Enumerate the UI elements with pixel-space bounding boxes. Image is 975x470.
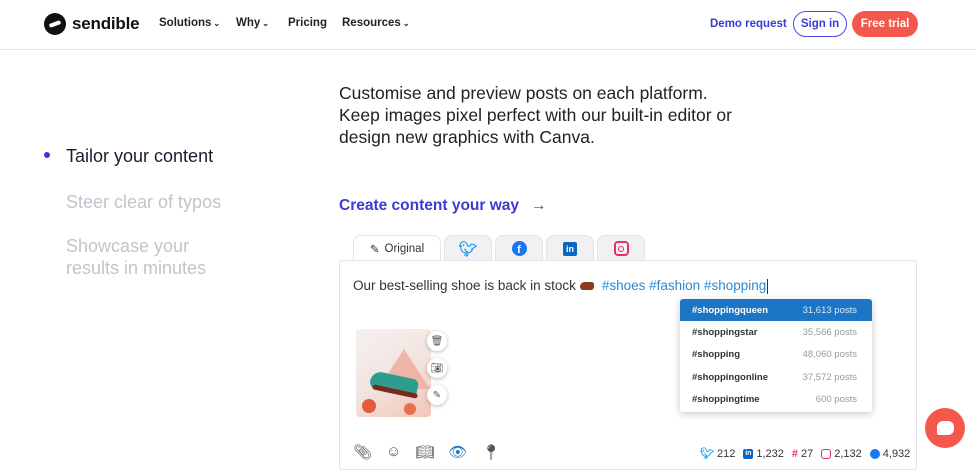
network-tabs: ✎ Original 🐦︎ f in [353,235,648,261]
active-bullet [44,152,50,158]
hashtag-suggestion-item[interactable]: #shoppingstar 35,566 posts [680,321,872,343]
tab-instagram[interactable] [597,235,645,261]
post-body-text: Our best-selling shoe is back in stock [353,278,576,293]
suggestion-count: 37,572 posts [802,371,857,383]
free-trial-button[interactable]: Free trial [852,11,918,37]
facebook-icon: f [511,241,527,256]
nav-resources[interactable]: Resources ⌄ [342,17,410,29]
chevron-down-icon: ⌄ [262,19,269,28]
replace-image-button[interactable]: 📷︎ [427,358,447,378]
shoe-emoji-icon [579,282,594,291]
tab-linkedin[interactable]: in [546,235,594,261]
hashtag-suggestion-item[interactable]: #shoppingtime 600 posts [680,389,872,411]
suggestion-count: 600 posts [815,394,857,406]
suggestion-count: 35,566 posts [802,327,857,339]
chevron-down-icon: ⌄ [402,19,410,28]
location-pin-icon[interactable]: 📍︎ [481,443,500,461]
nav-pricing[interactable]: Pricing [288,17,327,29]
suggestion-count: 31,613 posts [802,304,857,316]
arrow-right-icon: → [531,197,547,214]
facebook-icon [869,448,880,459]
camera-icon: 📷︎ [430,362,444,374]
decor-ball [404,403,416,415]
twitter-count: 🐦︎ 212 [700,447,735,461]
nav-why[interactable]: Why ⌄ [236,17,269,29]
nav-pricing-label: Pricing [288,17,327,29]
top-navbar: sendible Solutions ⌄ Why ⌄ Pricing Resourc… [0,0,975,50]
text-caret [767,278,769,294]
nav-resources-label: Resources [342,17,401,29]
trash-icon: 🗑︎ [430,335,444,347]
tab-original[interactable]: ✎ Original [353,235,441,261]
edit-image-button[interactable]: ✎ [427,385,447,405]
chevron-down-icon: ⌄ [213,19,221,28]
sendible-logo-icon [44,13,66,35]
sendible-logo[interactable]: sendible [44,13,140,35]
twitter-icon: 🐦︎ [458,240,478,258]
hashtag-suggestions: #shoppingqueen 31,613 posts #shoppingsta… [680,299,872,412]
demo-request-link[interactable]: Demo request [710,18,787,30]
create-content-label: Create content your way [339,197,520,214]
delete-image-button[interactable]: 🗑︎ [427,331,447,351]
chat-widget-button[interactable] [925,408,965,448]
attached-image[interactable] [356,329,431,417]
post-text-input[interactable]: Our best-selling shoe is back in stock #s… [353,278,769,294]
tab-facebook[interactable]: f [495,235,543,261]
suggestion-tag: #shoppingqueen [692,304,768,316]
feature-tailor-content[interactable]: Tailor your content [66,145,286,167]
post-hashtags: #shoes #fashion #shopping [601,278,767,293]
suggestion-tag: #shopping [692,349,741,361]
pencil-icon: ✎ [369,243,380,256]
nav-why-label: Why [236,17,261,29]
linkedin-icon: in [563,241,577,256]
nav-solutions-label: Solutions [159,17,212,29]
suggestion-tag: #shoppingonline [692,371,768,383]
editor-toolbar: 📎︎ ☺ 📖︎ 👁︎ 📍︎ [353,443,501,461]
tab-original-label: Original [384,242,425,255]
tab-twitter[interactable]: 🐦︎ [444,235,492,261]
feature-steer-clear-typos[interactable]: Steer clear of typos [66,191,286,213]
decor-ball [362,399,376,413]
suggestion-tag: #shoppingtime [692,394,760,406]
feature-description: Customise and preview posts on each plat… [339,83,732,147]
hashtag-suggestion-item[interactable]: #shoppingonline 37,572 posts [680,366,872,388]
pencil-icon: ✎ [432,389,442,401]
instagram-icon [821,448,832,459]
nav-solutions[interactable]: Solutions ⌄ [159,17,220,29]
create-content-link[interactable]: Create content your way → [339,197,547,215]
twitter-icon: 🐦︎ [700,448,714,460]
linkedin-icon: in [743,448,754,459]
chat-bubble-icon [936,421,954,435]
sign-in-button[interactable]: Sign in [793,11,847,37]
eye-icon[interactable]: 👁︎ [448,443,467,461]
hashtag-suggestion-item[interactable]: #shoppingqueen 31,613 posts [680,299,872,322]
feature-showcase-results[interactable]: Showcase your results in minutes [66,235,236,279]
hashtag-suggestion-item[interactable]: #shopping 48,060 posts [680,344,872,366]
smiley-icon[interactable]: ☺ [386,443,401,461]
instagram-icon [613,241,629,256]
post-editor[interactable]: Our best-selling shoe is back in stock #s… [339,260,917,470]
suggestion-tag: #shoppingstar [692,327,758,339]
character-counts: 🐦︎ 212 in 1,232 #27 2,132 4,932 [700,447,910,461]
logo-text: sendible [72,14,140,33]
paperclip-icon[interactable]: 📎︎ [353,443,372,461]
book-icon[interactable]: 📖︎ [415,443,434,461]
suggestion-count: 48,060 posts [802,349,857,361]
